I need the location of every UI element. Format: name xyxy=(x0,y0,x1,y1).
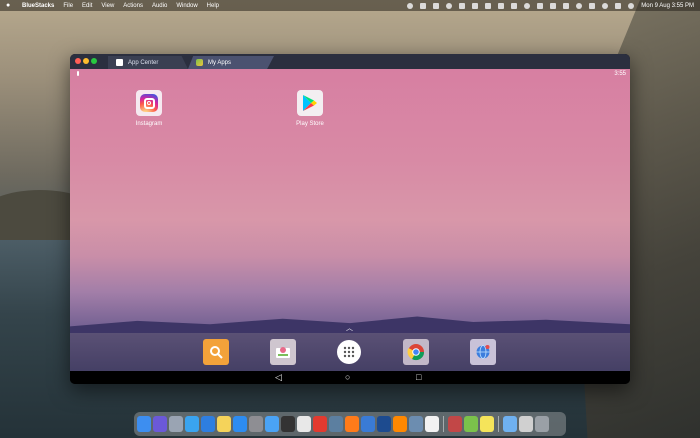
chrome-icon[interactable] xyxy=(403,339,429,365)
launchpad-icon[interactable] xyxy=(169,416,183,432)
cloud-icon[interactable] xyxy=(485,2,492,9)
app-center-icon xyxy=(116,59,123,66)
menu-view[interactable]: View xyxy=(101,3,114,9)
chrome-icon[interactable] xyxy=(297,416,311,432)
finder-icon[interactable] xyxy=(137,416,151,432)
apple-menu-icon[interactable]: ● xyxy=(6,2,14,9)
tasks-icon[interactable] xyxy=(201,416,215,432)
magnet-icon[interactable] xyxy=(377,416,391,432)
tray-app-icon[interactable] xyxy=(511,2,518,9)
notes-icon[interactable] xyxy=(217,416,231,432)
search-icon[interactable] xyxy=(203,339,229,365)
tray-app-icon[interactable] xyxy=(472,2,479,9)
app-name-menu[interactable]: BlueStacks xyxy=(22,3,54,9)
menu-window[interactable]: Window xyxy=(176,3,197,9)
home-button[interactable]: ○ xyxy=(345,373,350,382)
bluestacks-icon[interactable] xyxy=(464,416,478,432)
search-icon[interactable] xyxy=(602,2,609,9)
app-label: Instagram xyxy=(135,121,163,127)
tray-app-icon[interactable] xyxy=(589,2,596,9)
tab-my-apps[interactable]: My Apps xyxy=(188,56,274,69)
app-label: Play Store xyxy=(296,121,324,127)
minimize-button[interactable] xyxy=(83,58,89,64)
tab-label: App Center xyxy=(128,59,159,66)
chevron-up-icon[interactable]: ︿ xyxy=(346,323,353,333)
android-screen[interactable]: 3:55 Instagram Play Store ︿ xyxy=(70,69,630,371)
close-button[interactable] xyxy=(75,58,81,64)
tray-app-icon[interactable] xyxy=(459,2,466,9)
status-menus: Mon 9 Aug 3:55 PM xyxy=(407,0,694,11)
recent-apps-button[interactable]: □ xyxy=(416,373,421,382)
tab-label: My Apps xyxy=(208,59,232,66)
vlc-icon[interactable] xyxy=(393,416,407,432)
menu-actions[interactable]: Actions xyxy=(123,3,143,9)
stickies-icon[interactable] xyxy=(480,416,494,432)
siri-icon[interactable] xyxy=(153,416,167,432)
tray-app-icon[interactable] xyxy=(407,2,414,9)
notion-icon[interactable] xyxy=(425,416,439,432)
menu-bar: ● BlueStacks File Edit View Actions Audi… xyxy=(0,0,700,11)
android-nav-bar: ◁ ○ □ xyxy=(70,371,630,384)
bluestacks-icon xyxy=(196,59,203,66)
preview-icon[interactable] xyxy=(329,416,343,432)
folder-icon[interactable] xyxy=(503,416,517,432)
window-titlebar[interactable]: App Center My Apps xyxy=(70,54,630,69)
opera-icon[interactable] xyxy=(313,416,327,432)
tray-app-icon[interactable] xyxy=(446,2,453,9)
macos-dock xyxy=(134,412,566,436)
bluestacks-window: App Center My Apps 3:55 Instagram Play S… xyxy=(70,54,630,384)
tray-app-icon[interactable] xyxy=(498,2,505,9)
disk-icon[interactable] xyxy=(519,416,533,432)
menu-audio[interactable]: Audio xyxy=(152,3,167,9)
menu-file[interactable]: File xyxy=(63,3,73,9)
tab-app-center[interactable]: App Center xyxy=(108,56,188,69)
android-clock: 3:55 xyxy=(614,71,626,77)
clock[interactable]: Mon 9 Aug 3:55 PM xyxy=(641,3,694,9)
app-play-store[interactable]: Play Store xyxy=(280,90,340,127)
trash-icon[interactable] xyxy=(535,416,549,432)
play-store-icon xyxy=(297,90,323,116)
dock-separator xyxy=(498,416,499,432)
instagram-icon xyxy=(136,90,162,116)
siri-icon[interactable] xyxy=(628,2,635,9)
dock-separator xyxy=(443,416,444,432)
menu-help[interactable]: Help xyxy=(207,3,219,9)
battery-icon[interactable] xyxy=(563,2,570,9)
menu-edit[interactable]: Edit xyxy=(82,3,92,9)
app-drawer-icon[interactable] xyxy=(337,340,361,364)
android-dock xyxy=(70,333,630,371)
app-instagram[interactable]: Instagram xyxy=(119,90,179,127)
back-button[interactable]: ◁ xyxy=(275,373,282,382)
android-status-bar: 3:55 xyxy=(70,71,630,79)
firefox-icon[interactable] xyxy=(345,416,359,432)
tray-app-icon[interactable] xyxy=(420,2,427,9)
tray-app-icon[interactable] xyxy=(537,2,544,9)
mail-icon[interactable] xyxy=(265,416,279,432)
tray-app-icon[interactable] xyxy=(524,2,531,9)
final-cut-icon[interactable] xyxy=(281,416,295,432)
wifi-icon[interactable] xyxy=(576,2,583,9)
davinci-icon[interactable] xyxy=(409,416,423,432)
multi-instance-icon[interactable] xyxy=(448,416,462,432)
notification-icon xyxy=(77,71,79,76)
zoom-button[interactable] xyxy=(91,58,97,64)
safari-icon[interactable] xyxy=(185,416,199,432)
gallery-icon[interactable] xyxy=(270,339,296,365)
control-center-icon[interactable] xyxy=(615,2,622,9)
scrivener-icon[interactable] xyxy=(361,416,375,432)
tray-app-icon[interactable] xyxy=(433,2,440,9)
settings-icon[interactable] xyxy=(249,416,263,432)
tray-app-icon[interactable] xyxy=(550,2,557,9)
browser-icon[interactable] xyxy=(470,339,496,365)
app-store-icon[interactable] xyxy=(233,416,247,432)
